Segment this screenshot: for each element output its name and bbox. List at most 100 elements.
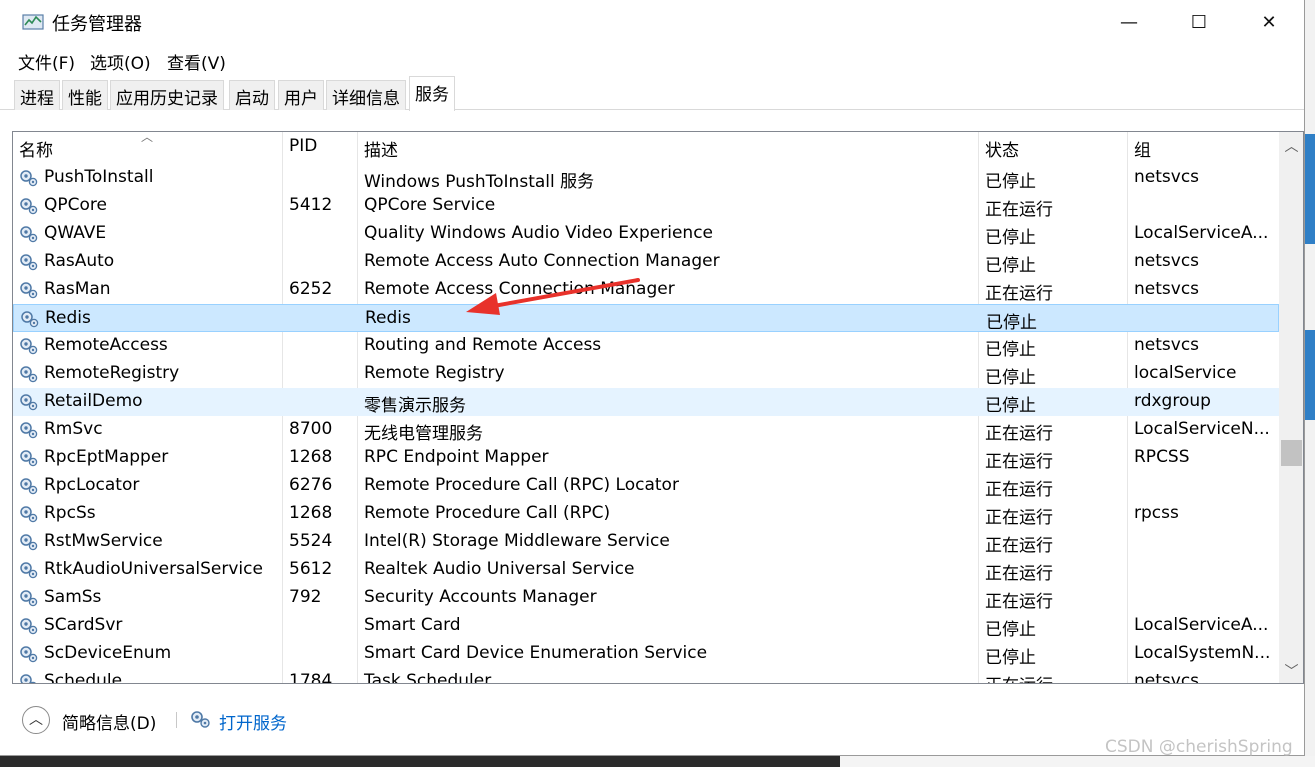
tab-services[interactable]: 服务 bbox=[409, 76, 455, 111]
cell-status: 正在运行 bbox=[985, 564, 1053, 584]
cell-description: Windows PushToInstall 服务 bbox=[364, 172, 595, 192]
table-row[interactable]: PushToInstall Windows PushToInstall 服务 已停止… bbox=[13, 164, 1279, 192]
scroll-up-icon[interactable]: ︿ bbox=[1279, 136, 1303, 156]
cell-name: RstMwService bbox=[44, 531, 163, 551]
table-row[interactable]: Schedule 1784 Task Scheduler 正在运行 netsvcs bbox=[13, 668, 1279, 684]
table-row[interactable]: RetailDemo 零售演示服务 已停止 rdxgroup bbox=[13, 388, 1279, 416]
cell-description: Quality Windows Audio Video Experience bbox=[364, 223, 713, 243]
tab-users[interactable]: 用户 bbox=[278, 80, 324, 110]
cell-status: 正在运行 bbox=[985, 480, 1053, 500]
cell-name: RtkAudioUniversalService bbox=[44, 559, 263, 579]
cell-status: 正在运行 bbox=[985, 452, 1053, 472]
cell-group: LocalServiceN... bbox=[1134, 419, 1270, 439]
column-header-name[interactable]: 名称 bbox=[19, 136, 53, 161]
cell-name: PushToInstall bbox=[44, 167, 154, 187]
column-header-status[interactable]: 状态 bbox=[985, 136, 1019, 161]
menu-view[interactable]: 查看(V) bbox=[167, 49, 226, 74]
tab-app-history[interactable]: 应用历史记录 bbox=[110, 80, 224, 110]
background-terminal-strip bbox=[0, 756, 840, 767]
cell-name: RemoteRegistry bbox=[44, 363, 180, 383]
column-header-description[interactable]: 描述 bbox=[364, 136, 398, 161]
close-icon: ✕ bbox=[1261, 11, 1277, 33]
title-bar[interactable]: 任务管理器 — ☐ ✕ bbox=[0, 0, 1304, 44]
window-title: 任务管理器 bbox=[52, 14, 142, 35]
cell-pid: 1268 bbox=[289, 447, 333, 467]
cell-name: RasAuto bbox=[44, 251, 115, 271]
cell-status: 已停止 bbox=[985, 172, 1036, 192]
services-gear-icon bbox=[191, 711, 210, 728]
table-row[interactable]: RpcLocator 6276 Remote Procedure Call (RPC… bbox=[13, 472, 1279, 500]
table-row[interactable]: RstMwService 5524 Intel(R) Storage Middlew… bbox=[13, 528, 1279, 556]
table-row[interactable]: SCardSvr Smart Card 已停止 LocalServiceA... bbox=[13, 612, 1279, 640]
cell-description: 零售演示服务 bbox=[364, 396, 466, 416]
tab-processes[interactable]: 进程 bbox=[14, 80, 60, 110]
menu-bar: 文件(F) 选项(O) 查看(V) bbox=[0, 46, 1304, 74]
cell-description: Intel(R) Storage Middleware Service bbox=[364, 531, 670, 551]
cell-status: 正在运行 bbox=[985, 592, 1053, 612]
cell-name: RpcLocator bbox=[44, 475, 140, 495]
service-gear-icon bbox=[20, 450, 38, 467]
menu-options[interactable]: 选项(O) bbox=[90, 49, 151, 74]
table-row[interactable]: Redis Redis 已停止 bbox=[13, 304, 1279, 333]
table-row[interactable]: RpcEptMapper 1268 RPC Endpoint Mapper 正在运行 R… bbox=[13, 444, 1279, 472]
watermark: CSDN @cherishSpring bbox=[1105, 737, 1293, 757]
table-row[interactable]: RmSvc 8700 无线电管理服务 正在运行 LocalServiceN... bbox=[13, 416, 1279, 444]
cell-pid: 6276 bbox=[289, 475, 333, 495]
service-gear-icon bbox=[20, 226, 38, 243]
column-header-pid[interactable]: PID bbox=[289, 136, 317, 156]
scroll-down-icon[interactable]: ﹀ bbox=[1279, 661, 1303, 681]
tab-startup[interactable]: 启动 bbox=[229, 80, 275, 110]
table-row[interactable]: RemoteRegistry Remote Registry 已停止 localSer… bbox=[13, 360, 1279, 388]
cell-group: RPCSS bbox=[1134, 447, 1190, 467]
cell-description: Smart Card bbox=[364, 615, 461, 635]
maximize-icon: ☐ bbox=[1190, 11, 1208, 33]
service-gear-icon bbox=[20, 254, 38, 271]
cell-pid: 8700 bbox=[289, 419, 333, 439]
cell-status: 已停止 bbox=[985, 396, 1036, 416]
background-blue-block bbox=[1305, 134, 1315, 244]
table-row[interactable]: RasMan 6252 Remote Access Connection Manag… bbox=[13, 276, 1279, 304]
cell-group: netsvcs bbox=[1134, 167, 1200, 187]
table-row[interactable]: RemoteAccess Routing and Remote Access 已停止… bbox=[13, 332, 1279, 360]
scroll-thumb[interactable] bbox=[1281, 440, 1302, 466]
column-header-group[interactable]: 组 bbox=[1134, 136, 1151, 161]
table-row[interactable]: SamSs 792 Security Accounts Manager 正在运行 bbox=[13, 584, 1279, 612]
cell-status: 已停止 bbox=[985, 620, 1036, 640]
cell-description: QPCore Service bbox=[364, 195, 496, 215]
open-services-link[interactable]: 打开服务 bbox=[219, 709, 287, 734]
tab-performance[interactable]: 性能 bbox=[62, 80, 108, 110]
cell-status: 正在运行 bbox=[985, 508, 1053, 528]
service-gear-icon bbox=[20, 478, 38, 495]
service-gear-icon bbox=[20, 674, 37, 683]
cell-description: RPC Endpoint Mapper bbox=[364, 447, 549, 467]
cell-description: 无线电管理服务 bbox=[364, 424, 483, 444]
vertical-scrollbar[interactable]: ︿ ﹀ bbox=[1279, 132, 1303, 683]
cell-name: QPCore bbox=[44, 195, 107, 215]
cell-description: Realtek Audio Universal Service bbox=[364, 559, 635, 579]
close-button[interactable]: ✕ bbox=[1234, 0, 1304, 44]
collapse-icon[interactable]: ︿ bbox=[22, 706, 50, 734]
cell-group: netsvcs bbox=[1134, 279, 1200, 299]
maximize-button[interactable]: ☐ bbox=[1164, 0, 1234, 44]
table-row[interactable]: QPCore 5412 QPCore Service 正在运行 bbox=[13, 192, 1279, 220]
cell-name: RpcSs bbox=[44, 503, 96, 523]
cell-name: RmSvc bbox=[44, 419, 103, 439]
cell-name: RemoteAccess bbox=[44, 335, 168, 355]
cell-description: Remote Registry bbox=[364, 363, 505, 383]
cell-description: Remote Procedure Call (RPC) Locator bbox=[364, 475, 679, 495]
table-row[interactable]: RpcSs 1268 Remote Procedure Call (RPC) 正在运行… bbox=[13, 500, 1279, 528]
table-row[interactable]: QWAVE Quality Windows Audio Video Experie… bbox=[13, 220, 1279, 248]
cell-group: LocalServiceA... bbox=[1134, 223, 1269, 243]
tab-details[interactable]: 详细信息 bbox=[326, 80, 406, 110]
task-manager-icon bbox=[22, 14, 44, 30]
table-row[interactable]: RtkAudioUniversalService 5612 Realtek Audi… bbox=[13, 556, 1279, 584]
fewer-details-link[interactable]: 简略信息(D) bbox=[62, 709, 156, 734]
service-gear-icon bbox=[20, 170, 38, 187]
table-row[interactable]: RasAuto Remote Access Auto Connection Man… bbox=[13, 248, 1279, 276]
table-row[interactable]: ScDeviceEnum Smart Card Device Enumeratio… bbox=[13, 640, 1279, 668]
cell-group: netsvcs bbox=[1134, 671, 1200, 684]
menu-file[interactable]: 文件(F) bbox=[18, 49, 75, 74]
background-page-strip bbox=[840, 756, 1315, 767]
cell-description: Task Scheduler bbox=[364, 671, 492, 684]
minimize-button[interactable]: — bbox=[1094, 0, 1164, 44]
